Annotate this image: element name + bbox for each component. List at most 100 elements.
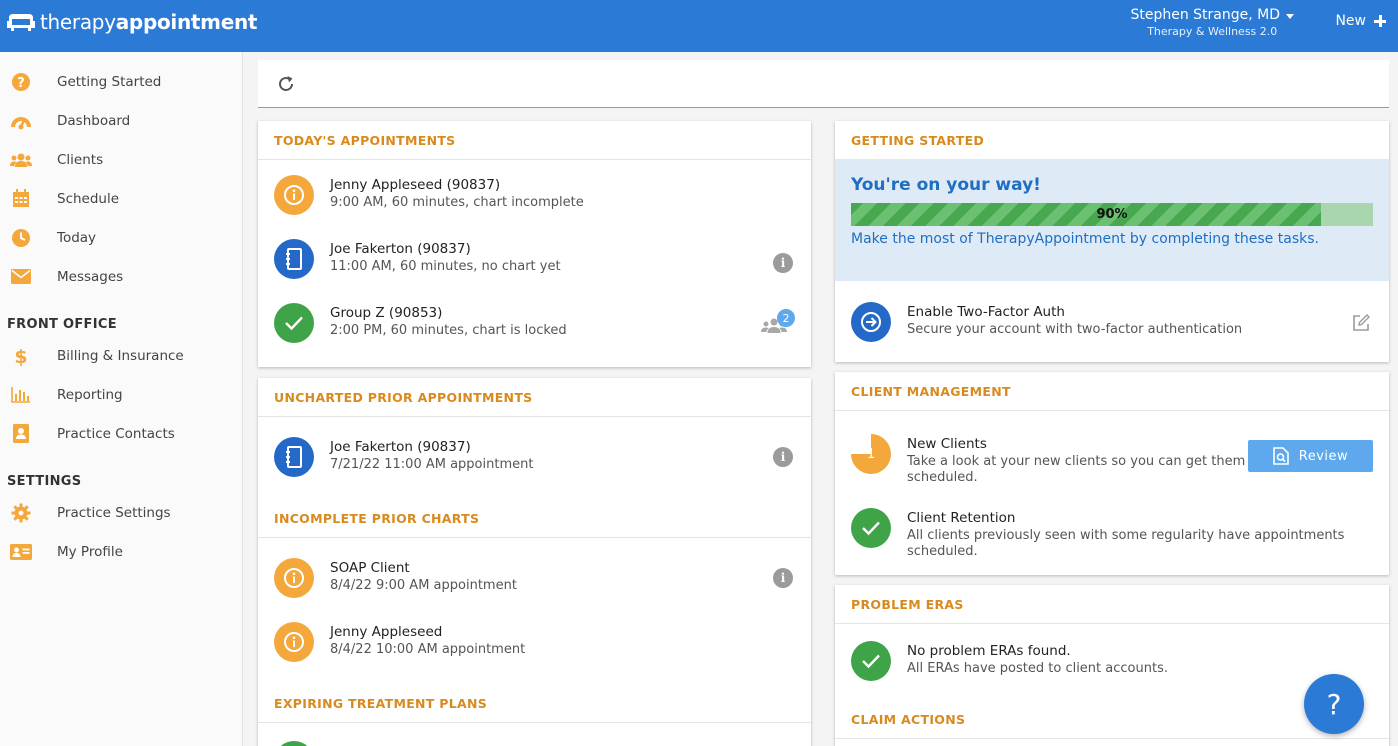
sidebar-item-my-profile[interactable]: My Profile bbox=[0, 532, 242, 571]
appointment-detail: 8/4/22 10:00 AM appointment bbox=[330, 642, 526, 657]
appointment-row[interactable]: Jenny Appleseed (90837) 9:00 AM, 60 minu… bbox=[258, 175, 811, 225]
eras-claims-card: PROBLEM ERAS No problem ERAs found. All … bbox=[835, 585, 1389, 746]
sidebar-item-dashboard[interactable]: Dashboard bbox=[0, 101, 242, 140]
appointment-row[interactable]: Group Z (90853) 2:00 PM, 60 minutes, cha… bbox=[258, 303, 811, 353]
retention-detail-line2: scheduled. bbox=[907, 544, 978, 559]
chart-notebook-icon bbox=[274, 239, 314, 279]
appointment-client: Jenny Appleseed bbox=[330, 624, 443, 640]
new-clients-detail-line2: scheduled. bbox=[907, 470, 978, 485]
appointment-row[interactable]: Joe Fakerton (90837) 11:00 AM, 60 minute… bbox=[258, 239, 811, 289]
prior-appointments-card: UNCHARTED PRIOR APPOINTMENTS Joe Fakerto… bbox=[258, 378, 811, 746]
sidebar-item-practice-settings[interactable]: Practice Settings bbox=[0, 493, 242, 532]
svg-text:$: $ bbox=[14, 346, 27, 366]
refresh-icon[interactable] bbox=[276, 74, 296, 94]
sidebar-item-label: Practice Settings bbox=[57, 504, 171, 521]
sidebar-item-label: Messages bbox=[57, 268, 124, 285]
checkmark-icon bbox=[851, 641, 891, 681]
sidebar-item-label: Clients bbox=[57, 151, 104, 168]
dashboard-gauge-icon bbox=[10, 110, 32, 132]
question-circle-icon: ? bbox=[10, 71, 32, 93]
progress-label: 90% bbox=[1096, 207, 1128, 222]
sidebar: ? Getting Started Dashboard Clients Sche… bbox=[0, 52, 243, 746]
new-button[interactable]: New bbox=[1335, 11, 1386, 31]
sidebar-item-messages[interactable]: Messages bbox=[0, 257, 242, 296]
divider bbox=[835, 738, 1389, 739]
sidebar-item-billing[interactable]: $ Billing & Insurance bbox=[0, 336, 242, 375]
info-circle-icon bbox=[274, 175, 314, 215]
sidebar-item-label: Dashboard bbox=[57, 112, 131, 129]
onboarding-subtext: Make the most of TherapyAppointment by c… bbox=[851, 231, 1319, 247]
sidebar-item-label: Today bbox=[57, 229, 97, 246]
calendar-icon bbox=[10, 188, 32, 210]
divider bbox=[258, 416, 811, 417]
card-title: INCOMPLETE PRIOR CHARTS bbox=[274, 511, 480, 526]
appointment-row[interactable]: Joe Fakerton (90837) 7/21/22 11:00 AM ap… bbox=[258, 437, 811, 487]
dashboard-toolbar bbox=[258, 60, 1389, 108]
appointment-detail: 9:00 AM, 60 minutes, chart incomplete bbox=[330, 195, 584, 210]
info-icon[interactable]: i bbox=[773, 568, 793, 588]
logo-text-light: therapy bbox=[40, 10, 116, 34]
info-circle-icon bbox=[274, 558, 314, 598]
review-button[interactable]: Review bbox=[1248, 440, 1373, 472]
new-button-label: New bbox=[1335, 13, 1366, 29]
divider bbox=[258, 159, 811, 160]
appointment-client: SOAP Client bbox=[330, 560, 410, 576]
task-row[interactable]: Enable Two-Factor Auth Secure your accou… bbox=[835, 302, 1389, 352]
card-title: EXPIRING TREATMENT PLANS bbox=[274, 696, 488, 711]
client-retention-row: Client Retention All clients previously … bbox=[835, 508, 1389, 564]
sidebar-item-practice-contacts[interactable]: Practice Contacts bbox=[0, 414, 242, 453]
info-icon[interactable]: i bbox=[773, 447, 793, 467]
appointment-detail: 11:00 AM, 60 minutes, no chart yet bbox=[330, 259, 561, 274]
checkmark-icon bbox=[274, 741, 314, 746]
appointment-detail: 7/21/22 11:00 AM appointment bbox=[330, 457, 534, 472]
sidebar-item-label: Billing & Insurance bbox=[57, 347, 184, 364]
users-icon bbox=[10, 149, 32, 171]
checkmark-icon bbox=[274, 303, 314, 343]
gear-icon bbox=[10, 502, 32, 524]
sidebar-item-today[interactable]: Today bbox=[0, 218, 242, 257]
retention-detail-line1: All clients previously seen with some re… bbox=[907, 528, 1345, 543]
user-menu[interactable]: Stephen Strange, MD Therapy & Wellness 2… bbox=[1130, 7, 1294, 38]
card-title: PROBLEM ERAS bbox=[851, 597, 964, 612]
member-count-badge: 2 bbox=[777, 309, 795, 327]
new-clients-row: 1 New Clients Take a look at your new cl… bbox=[835, 434, 1389, 490]
group-members[interactable]: 2 bbox=[761, 309, 797, 339]
divider bbox=[835, 410, 1389, 411]
era-status-detail: All ERAs have posted to client accounts. bbox=[907, 661, 1168, 676]
practice-name: Therapy & Wellness 2.0 bbox=[1147, 25, 1278, 38]
sidebar-item-label: Practice Contacts bbox=[57, 425, 175, 442]
sidebar-item-label: Reporting bbox=[57, 386, 123, 403]
review-button-label: Review bbox=[1298, 448, 1349, 464]
bar-chart-icon bbox=[10, 384, 32, 406]
client-management-card: CLIENT MANAGEMENT 1 New Clients Take a l… bbox=[835, 372, 1389, 575]
onboarding-headline: You're on your way! bbox=[851, 175, 1041, 195]
onboarding-banner: You're on your way! 90% Make the most of… bbox=[835, 159, 1389, 281]
appointment-row[interactable]: Jenny Appleseed 8/4/22 10:00 AM appointm… bbox=[258, 622, 811, 672]
appointment-client: Joe Fakerton (90837) bbox=[330, 241, 471, 257]
help-button[interactable]: ? bbox=[1304, 674, 1364, 734]
user-name: Stephen Strange, MD bbox=[1130, 7, 1280, 23]
contact-book-icon bbox=[10, 423, 32, 445]
appointment-client: Group Z (90853) bbox=[330, 305, 443, 321]
clock-icon bbox=[10, 227, 32, 249]
task-title: Enable Two-Factor Auth bbox=[907, 304, 1065, 320]
sidebar-item-reporting[interactable]: Reporting bbox=[0, 375, 242, 414]
edit-icon[interactable] bbox=[1351, 313, 1371, 333]
appointment-row[interactable]: SOAP Client 8/4/22 9:00 AM appointment i bbox=[258, 558, 811, 608]
brand-logo[interactable]: therapyappointment bbox=[6, 8, 257, 36]
info-icon[interactable]: i bbox=[773, 253, 793, 273]
logo-text-bold: appointment bbox=[115, 10, 258, 34]
sidebar-item-schedule[interactable]: Schedule bbox=[0, 179, 242, 218]
sidebar-item-clients[interactable]: Clients bbox=[0, 140, 242, 179]
plus-icon bbox=[1374, 15, 1386, 27]
retention-title: Client Retention bbox=[907, 510, 1016, 526]
new-clients-title: New Clients bbox=[907, 436, 987, 452]
sidebar-section-front-office: FRONT OFFICE bbox=[7, 317, 117, 332]
appointment-client: Joe Fakerton (90837) bbox=[330, 439, 471, 455]
divider bbox=[258, 537, 811, 538]
sidebar-item-getting-started[interactable]: ? Getting Started bbox=[0, 62, 242, 101]
era-status-title: No problem ERAs found. bbox=[907, 643, 1071, 659]
getting-started-card: GETTING STARTED You're on your way! 90% … bbox=[835, 121, 1389, 362]
appointment-detail: 8/4/22 9:00 AM appointment bbox=[330, 578, 517, 593]
divider bbox=[258, 722, 811, 723]
